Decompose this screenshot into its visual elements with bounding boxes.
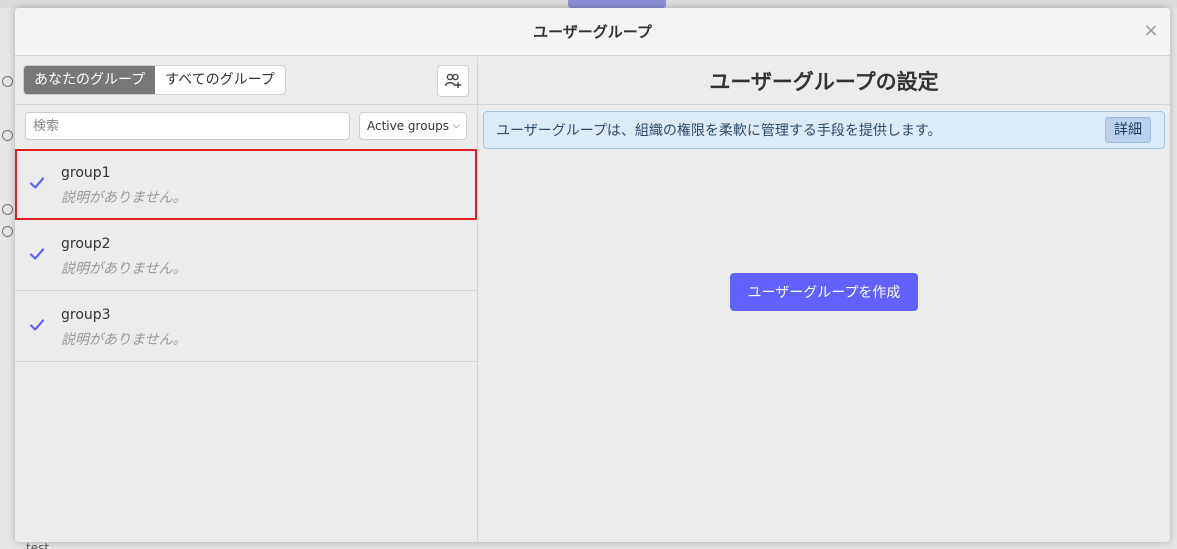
tab-all-groups[interactable]: すべてのグループ: [155, 66, 285, 94]
group-description: 説明がありません。: [61, 261, 187, 277]
group-list-item[interactable]: group1 説明がありません。: [15, 149, 477, 220]
details-button[interactable]: 詳細: [1105, 117, 1151, 143]
group-list-item[interactable]: group3 説明がありません。: [15, 291, 477, 362]
background-bottom-text: test: [26, 542, 50, 549]
group-description: 説明がありません。: [61, 190, 187, 206]
background-top-bar: [0, 0, 1177, 8]
group-status-select[interactable]: Active groups ⌵: [359, 112, 467, 140]
settings-title: ユーザーグループの設定: [709, 69, 939, 94]
group-status-select-value: Active groups: [367, 119, 450, 133]
group-list-item[interactable]: group2 説明がありません。: [15, 220, 477, 291]
modal-title: ユーザーグループ: [533, 23, 652, 41]
filter-row: Active groups ⌵: [15, 105, 477, 149]
background-highlight-pill: [568, 0, 666, 8]
search-input[interactable]: [25, 112, 350, 140]
add-user-group-button[interactable]: [437, 65, 469, 97]
modal-body: あなたのグループ すべてのグループ Active groups ⌵: [15, 57, 1170, 542]
group-description: 説明がありません。: [61, 332, 187, 348]
check-icon: [29, 177, 45, 189]
modal-header: ユーザーグループ ×: [15, 8, 1170, 56]
user-groups-modal: ユーザーグループ × あなたのグループ すべてのグループ 検索 Active g…: [15, 8, 1170, 542]
group-scope-tabs: あなたのグループ すべてのグループ: [23, 65, 286, 95]
close-icon[interactable]: ×: [1142, 22, 1160, 40]
info-banner-text: ユーザーグループは、組織の権限を柔軟に管理する手段を提供します。: [496, 123, 942, 139]
chevron-down-icon: ⌵: [453, 121, 460, 131]
create-user-group-button[interactable]: ユーザーグループを作成: [730, 273, 918, 311]
check-icon: [29, 319, 45, 331]
group-list-pane: あなたのグループ すべてのグループ Active groups ⌵: [15, 57, 478, 542]
group-name: group3: [61, 307, 111, 323]
background-sidebar-icon: [2, 204, 13, 215]
group-list-toolbar: あなたのグループ すべてのグループ: [15, 57, 477, 105]
group-name: group2: [61, 236, 111, 252]
tab-your-groups[interactable]: あなたのグループ: [24, 66, 156, 94]
add-user-group-icon: [444, 73, 461, 88]
group-list: group1 説明がありません。 group2 説明がありません。 group3…: [15, 149, 477, 362]
info-banner: ユーザーグループは、組織の権限を柔軟に管理する手段を提供します。 詳細: [483, 111, 1165, 149]
background-sidebar: [0, 30, 15, 549]
group-name: group1: [61, 165, 111, 181]
background-sidebar-icon: [2, 76, 13, 87]
check-icon: [29, 248, 45, 260]
background-sidebar-icon: [2, 130, 13, 141]
background-sidebar-icon: [2, 226, 13, 237]
group-settings-pane: ユーザーグループの設定 ユーザーグループは、組織の権限を柔軟に管理する手段を提供…: [478, 57, 1170, 542]
settings-header: ユーザーグループの設定: [478, 57, 1170, 105]
